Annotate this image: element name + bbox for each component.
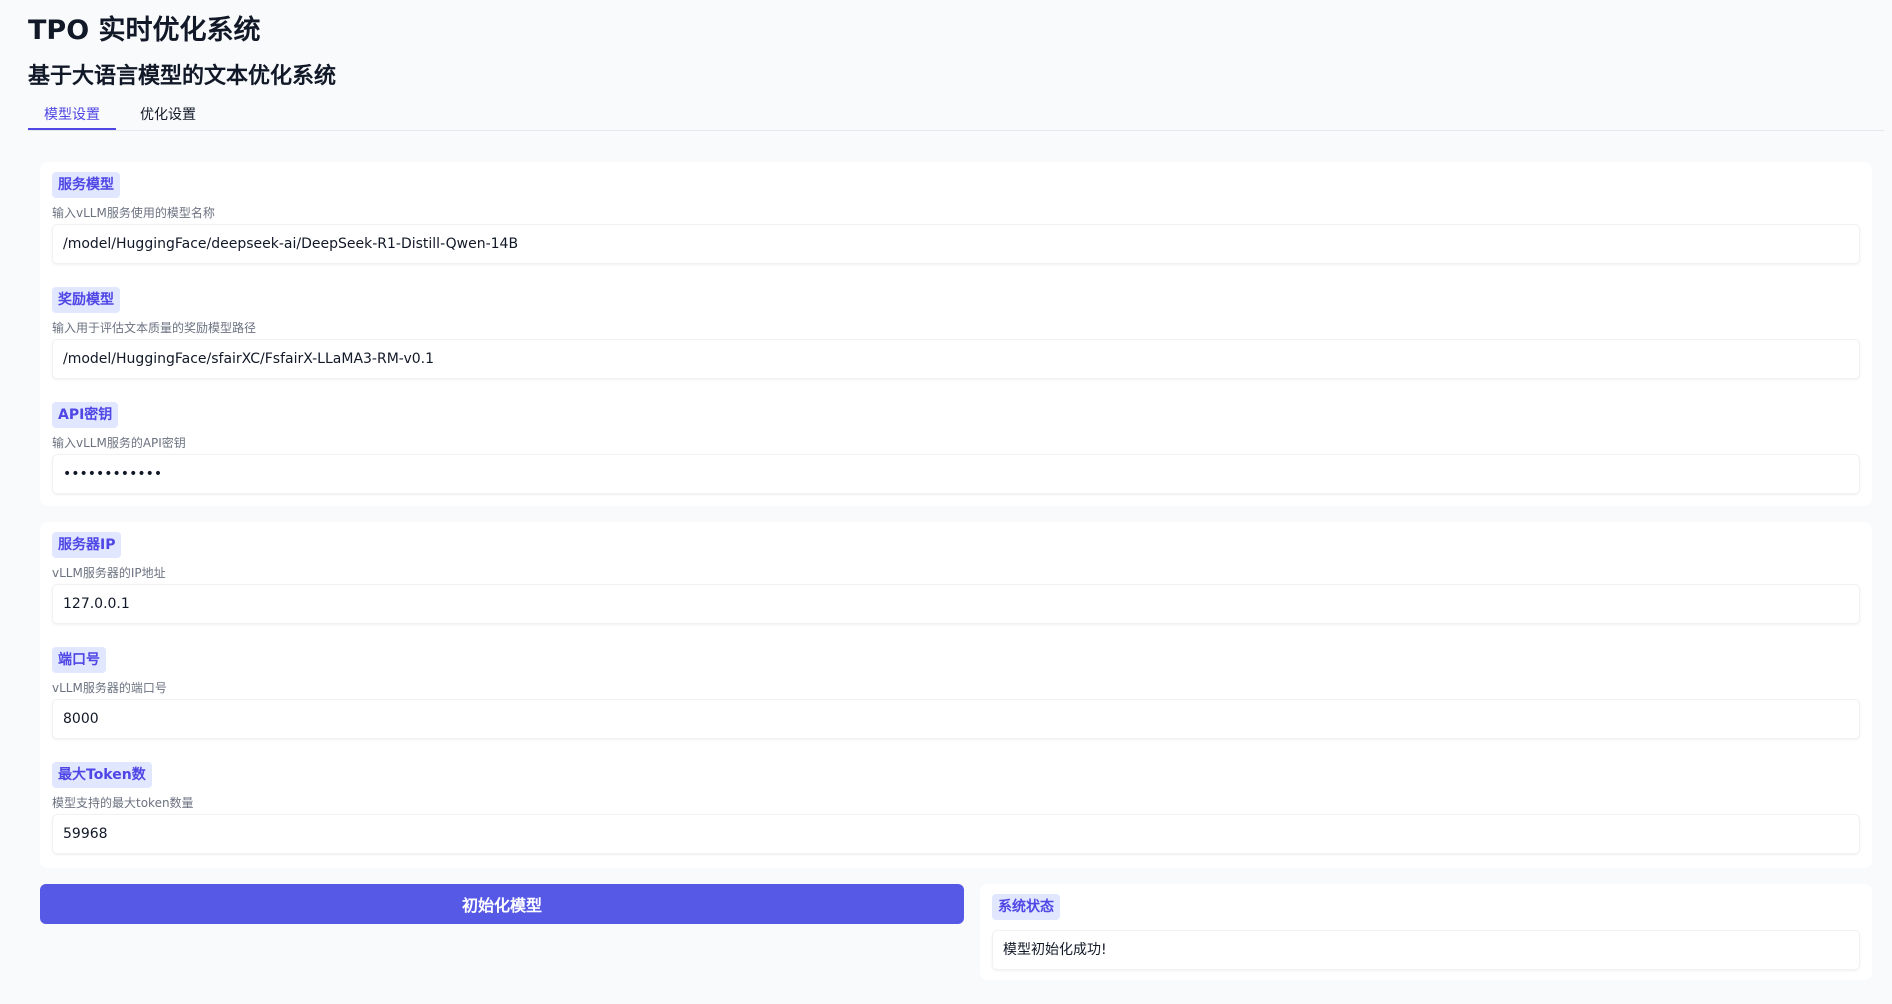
status-label: 系统状态 xyxy=(992,894,1060,920)
max-tokens-description: 模型支持的最大token数量 xyxy=(52,794,194,811)
model-settings-panel: 服务模型 输入vLLM服务使用的模型名称 奖励模型 输入用于评估文本质量的奖励模… xyxy=(40,162,1872,506)
app-title: TPO 实时优化系统 xyxy=(28,8,261,47)
page: TPO 实时优化系统 基于大语言模型的文本优化系统 模型设置 优化设置 服务模型… xyxy=(0,0,1892,1004)
tab-bar: 模型设置 优化设置 xyxy=(28,104,1884,131)
port-description: vLLM服务器的端口号 xyxy=(52,679,167,696)
tab-optimize-settings[interactable]: 优化设置 xyxy=(124,104,212,130)
server-ip-input[interactable] xyxy=(52,584,1860,624)
api-key-description: 输入vLLM服务的API密钥 xyxy=(52,434,186,451)
server-ip-label: 服务器IP xyxy=(52,532,121,558)
init-model-button[interactable]: 初始化模型 xyxy=(40,884,964,924)
reward-model-input[interactable] xyxy=(52,339,1860,379)
status-panel: 系统状态 模型初始化成功! xyxy=(980,884,1872,980)
api-key-label: API密钥 xyxy=(52,402,118,428)
max-tokens-input[interactable] xyxy=(52,814,1860,854)
status-message: 模型初始化成功! xyxy=(992,930,1860,970)
api-key-input[interactable] xyxy=(52,454,1860,494)
port-input[interactable] xyxy=(52,699,1860,739)
service-model-label: 服务模型 xyxy=(52,172,120,198)
page-subtitle: 基于大语言模型的文本优化系统 xyxy=(28,58,336,90)
max-tokens-label: 最大Token数 xyxy=(52,762,152,788)
server-settings-panel: 服务器IP vLLM服务器的IP地址 端口号 vLLM服务器的端口号 最大Tok… xyxy=(40,522,1872,868)
port-label: 端口号 xyxy=(52,647,106,673)
reward-model-description: 输入用于评估文本质量的奖励模型路径 xyxy=(52,319,256,336)
service-model-input[interactable] xyxy=(52,224,1860,264)
reward-model-label: 奖励模型 xyxy=(52,287,120,313)
service-model-description: 输入vLLM服务使用的模型名称 xyxy=(52,204,215,221)
server-ip-description: vLLM服务器的IP地址 xyxy=(52,564,166,581)
tab-model-settings[interactable]: 模型设置 xyxy=(28,104,116,130)
